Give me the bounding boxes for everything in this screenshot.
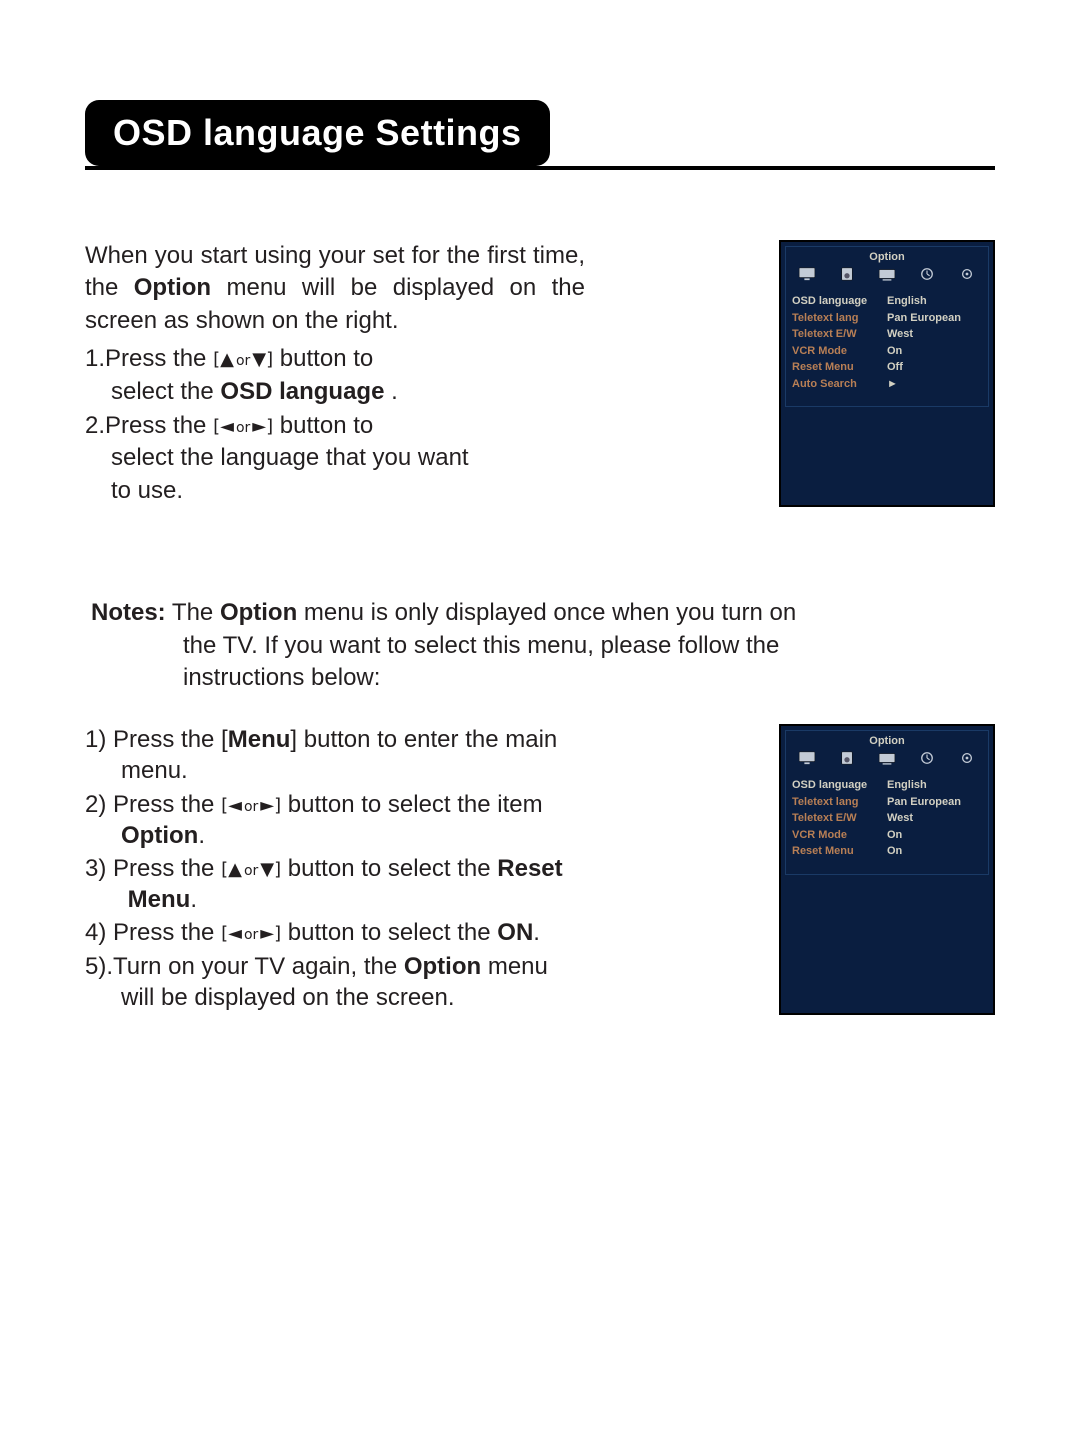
osd-row: VCR ModeOn bbox=[792, 827, 982, 844]
osd1-rows: OSD languageEnglishTeletext langPan Euro… bbox=[792, 293, 982, 392]
osd-row: VCR ModeOn bbox=[792, 343, 982, 360]
osd-row-value: On bbox=[887, 843, 982, 860]
osd-row: OSD languageEnglish bbox=[792, 777, 982, 794]
osd-preview-1-wrap: Option OSD languageEnglishTeletext langP… bbox=[625, 240, 995, 507]
note-step-2-body: Option. bbox=[85, 820, 575, 851]
manual-page: OSD language Settings When you start usi… bbox=[0, 0, 1080, 1015]
osd-row-label: Teletext lang bbox=[792, 310, 887, 327]
note-step-3: 3) Press the [▲or▼] button to select the… bbox=[85, 853, 575, 915]
gear-icon bbox=[958, 267, 976, 281]
osd2-icon-row bbox=[792, 751, 982, 773]
osd-row-label: VCR Mode bbox=[792, 343, 887, 360]
osd-row-label: Reset Menu bbox=[792, 843, 887, 860]
step1-text: 1.Press the bbox=[85, 345, 213, 372]
step2-body: select the language that you want to use… bbox=[85, 442, 585, 507]
tv-icon bbox=[878, 267, 896, 281]
intro-paragraph: When you start using your set for the fi… bbox=[85, 240, 585, 337]
osd1-icon-row bbox=[792, 267, 982, 289]
tv-icon bbox=[878, 751, 896, 765]
osd-row-label: Reset Menu bbox=[792, 359, 887, 376]
osd-row-value: West bbox=[887, 810, 982, 827]
osd-row: Teletext langPan European bbox=[792, 794, 982, 811]
osd2-rows: OSD languageEnglishTeletext langPan Euro… bbox=[792, 777, 982, 860]
osd-row: Auto Search► bbox=[792, 376, 982, 393]
osd-row-value: ► bbox=[887, 376, 982, 393]
intro-section: When you start using your set for the fi… bbox=[85, 240, 995, 507]
step-1: 1.Press the [▲or▼] button to select the … bbox=[85, 343, 585, 408]
osd-row-value: On bbox=[887, 343, 982, 360]
osd-row: OSD languageEnglish bbox=[792, 293, 982, 310]
intro-text-column: When you start using your set for the fi… bbox=[85, 240, 585, 507]
note-step-5: 5).Turn on your TV again, the Option men… bbox=[85, 951, 575, 1013]
osd-row: Reset MenuOn bbox=[792, 843, 982, 860]
speaker-icon bbox=[838, 267, 856, 281]
osd-row-label: Teletext E/W bbox=[792, 326, 887, 343]
osd-row-value: English bbox=[887, 777, 982, 794]
notes-label: Notes: bbox=[91, 599, 166, 626]
step1-post: button to bbox=[273, 345, 373, 372]
osd-row-value: West bbox=[887, 326, 982, 343]
osd-row-label: OSD language bbox=[792, 293, 887, 310]
left-right-arrows: [◄or►] bbox=[221, 795, 281, 816]
osd-preview-2-wrap: Option OSD languageEnglishTeletext langP… bbox=[615, 724, 995, 1015]
left-right-arrows: [◄or►] bbox=[213, 416, 273, 437]
osd-row-value: Pan European bbox=[887, 310, 982, 327]
note-step-4: 4) Press the [◄or►] button to select the… bbox=[85, 917, 575, 948]
note-step-1: 1) Press the [Menu] button to enter the … bbox=[85, 724, 575, 786]
notes-block: Notes: The Option menu is only displayed… bbox=[85, 597, 995, 694]
step-2: 2.Press the [◄or►] button to select the … bbox=[85, 410, 585, 507]
speaker-icon bbox=[838, 751, 856, 765]
clock-icon bbox=[918, 751, 936, 765]
gear-icon bbox=[958, 751, 976, 765]
monitor-icon bbox=[798, 267, 816, 281]
option-word: Option bbox=[134, 274, 211, 301]
steps-section: 1) Press the [Menu] button to enter the … bbox=[85, 724, 995, 1015]
page-title: OSD language Settings bbox=[85, 100, 550, 166]
osd-row-label: Teletext lang bbox=[792, 794, 887, 811]
up-down-arrows: [▲or▼] bbox=[221, 859, 281, 880]
osd-row-label: VCR Mode bbox=[792, 827, 887, 844]
osd-panel-1: Option OSD languageEnglishTeletext langP… bbox=[779, 240, 995, 507]
osd-row-value: English bbox=[887, 293, 982, 310]
osd-row-value: Pan European bbox=[887, 794, 982, 811]
osd-row-value: On bbox=[887, 827, 982, 844]
note-step-3-body: Menu. bbox=[85, 884, 575, 915]
osd2-title: Option bbox=[792, 735, 982, 747]
monitor-icon bbox=[798, 751, 816, 765]
osd-row: Teletext langPan European bbox=[792, 310, 982, 327]
osd-row: Teletext E/WWest bbox=[792, 326, 982, 343]
osd-row: Reset MenuOff bbox=[792, 359, 982, 376]
note-step-2: 2) Press the [◄or►] button to select the… bbox=[85, 789, 575, 851]
osd1-title: Option bbox=[792, 251, 982, 263]
osd-panel-2: Option OSD languageEnglishTeletext langP… bbox=[779, 724, 995, 1015]
osd-row-label: Teletext E/W bbox=[792, 810, 887, 827]
osd-row-label: OSD language bbox=[792, 777, 887, 794]
clock-icon bbox=[918, 267, 936, 281]
osd-row-label: Auto Search bbox=[792, 376, 887, 393]
steps-column: 1) Press the [Menu] button to enter the … bbox=[85, 724, 575, 1015]
osd-row: Teletext E/WWest bbox=[792, 810, 982, 827]
up-down-arrows: [▲or▼] bbox=[213, 349, 273, 370]
osd-row-value: Off bbox=[887, 359, 982, 376]
title-underline: OSD language Settings bbox=[85, 100, 995, 170]
left-right-arrows: [◄or►] bbox=[221, 923, 281, 944]
step1-body: select the OSD language . bbox=[85, 376, 585, 408]
osd-language-label: OSD language bbox=[220, 378, 391, 405]
